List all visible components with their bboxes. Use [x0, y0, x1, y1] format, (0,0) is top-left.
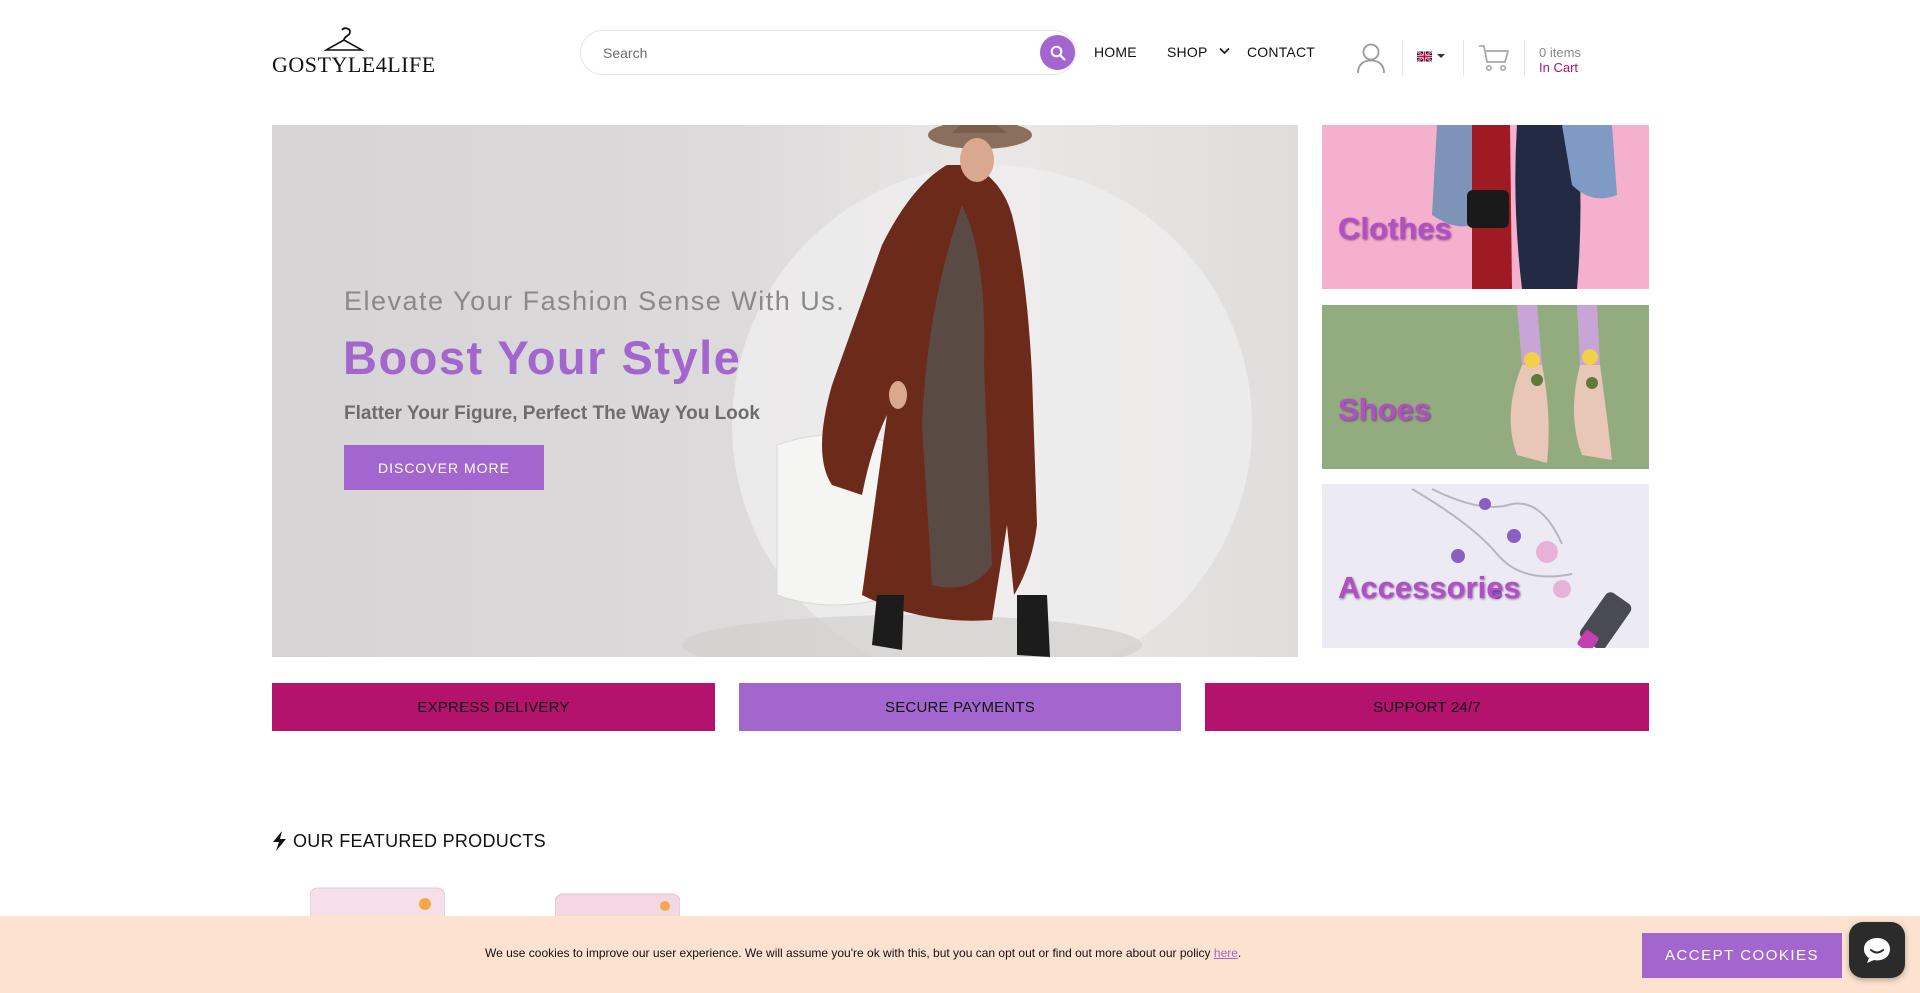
- nav-shop[interactable]: SHOP: [1167, 44, 1207, 60]
- cookie-policy-link[interactable]: here: [1214, 946, 1238, 960]
- header-divider: [1524, 40, 1525, 76]
- cart-item-count[interactable]: 0 items: [1539, 45, 1581, 60]
- category-tile-clothes[interactable]: Clothes: [1322, 125, 1649, 289]
- category-tile-accessories[interactable]: Accessories: [1322, 484, 1649, 648]
- clothes-image: [1322, 125, 1649, 289]
- feature-express-delivery: EXPRESS DELIVERY: [272, 683, 715, 731]
- header-divider: [1402, 40, 1403, 76]
- hero-subtitle: Elevate Your Fashion Sense With Us.: [344, 286, 846, 316]
- feature-support: SUPPORT 24/7: [1205, 683, 1649, 731]
- uk-flag-icon[interactable]: [1417, 51, 1432, 62]
- category-label-shoes: Shoes: [1338, 392, 1432, 427]
- category-label-accessories: Accessories: [1338, 570, 1521, 605]
- logo[interactable]: GOSTYLE4LIFE: [272, 26, 435, 77]
- chat-button[interactable]: [1849, 922, 1905, 978]
- nav-contact[interactable]: CONTACT: [1247, 44, 1315, 60]
- featured-products-title: OUR FEATURED PRODUCTS: [293, 830, 546, 851]
- accept-cookies-button[interactable]: ACCEPT COOKIES: [1642, 933, 1842, 978]
- cart-label[interactable]: In Cart: [1539, 60, 1578, 75]
- cookie-message: We use cookies to improve our user exper…: [485, 946, 1241, 960]
- feature-secure-payments: SECURE PAYMENTS: [739, 683, 1181, 731]
- nav-home[interactable]: HOME: [1094, 44, 1137, 60]
- chevron-down-icon[interactable]: [1219, 47, 1230, 55]
- category-label-clothes: Clothes: [1338, 211, 1452, 246]
- chat-icon: [1864, 938, 1890, 963]
- header-divider: [1463, 40, 1464, 76]
- hero-model-image: [682, 125, 1252, 657]
- language-caret-icon[interactable]: [1437, 54, 1445, 58]
- cart-icon[interactable]: [1478, 44, 1510, 72]
- hanger-icon: [324, 27, 364, 51]
- hero-banner: Elevate Your Fashion Sense With Us. Boos…: [272, 125, 1298, 657]
- user-account-icon[interactable]: [1356, 42, 1386, 74]
- cookie-text: We use cookies to improve our user exper…: [485, 946, 1214, 960]
- shoes-image: [1322, 305, 1649, 469]
- accessories-image: [1322, 484, 1649, 648]
- search-icon: [1050, 45, 1066, 61]
- lightning-icon: [273, 831, 286, 851]
- hero-description: Flatter Your Figure, Perfect The Way You…: [344, 403, 760, 424]
- page: GOSTYLE4LIFE HOME SHOP CONTACT: [0, 0, 1920, 993]
- cookie-text-end: .: [1237, 946, 1242, 960]
- discover-more-button[interactable]: DISCOVER MORE: [344, 445, 544, 490]
- product-thumbnail[interactable]: [310, 880, 445, 920]
- category-tile-shoes[interactable]: Shoes: [1322, 305, 1649, 469]
- featured-products-heading: OUR FEATURED PRODUCTS: [272, 830, 546, 852]
- site-header: GOSTYLE4LIFE HOME SHOP CONTACT: [0, 0, 1920, 110]
- cookie-banner: We use cookies to improve our user exper…: [0, 916, 1920, 993]
- search-bar: [580, 30, 1076, 75]
- search-input[interactable]: [603, 41, 1003, 65]
- search-button[interactable]: [1040, 35, 1075, 70]
- hero-title: Boost Your Style: [343, 331, 742, 384]
- logo-text: GOSTYLE4LIFE: [272, 52, 436, 77]
